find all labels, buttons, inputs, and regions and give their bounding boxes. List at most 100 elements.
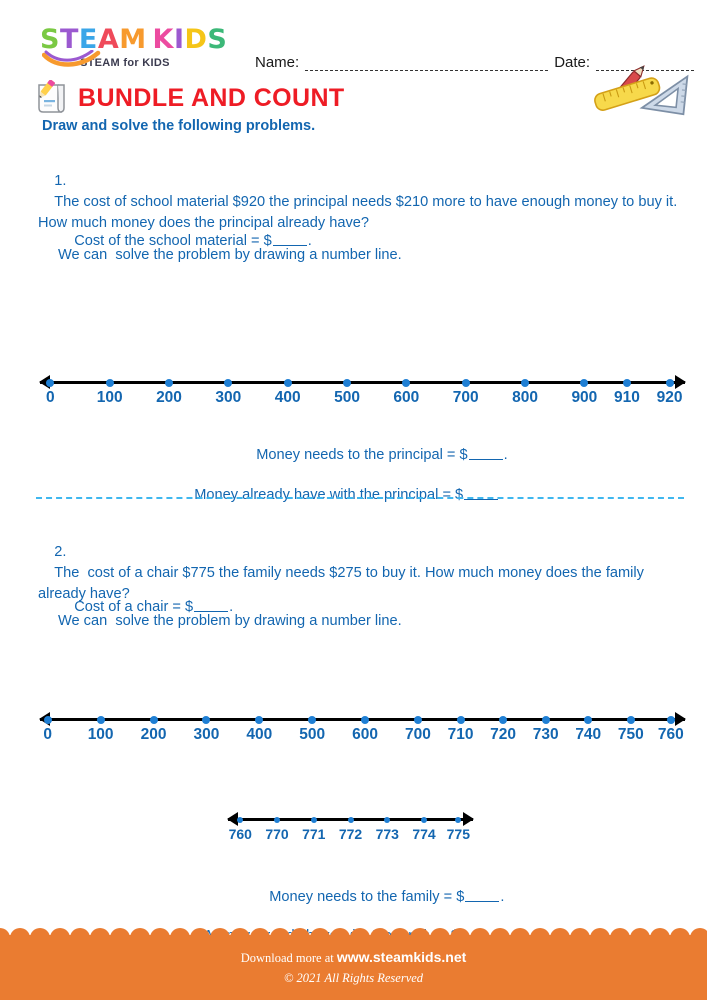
tick-mark <box>580 378 589 387</box>
tick-label: 0 <box>43 726 53 743</box>
tick-mark <box>43 715 52 724</box>
logo-wordmark: STEAM KIDS <box>40 26 240 53</box>
problem-1-answer-2-label: Money already have with the principal = … <box>194 487 464 504</box>
tick-mark <box>665 378 674 387</box>
tick-mark <box>384 816 391 823</box>
tick-mark <box>521 378 530 387</box>
problem-1-answer-1-period: . <box>503 447 508 464</box>
tick-label: 100 <box>96 389 123 406</box>
tick-label: 771 <box>302 826 326 842</box>
tick-mark <box>283 378 292 387</box>
tick-mark <box>347 816 354 823</box>
problem-2-method-line: We can solve the problem by drawing a nu… <box>58 613 402 629</box>
tick-label: 500 <box>334 389 360 406</box>
tick-label: 774 <box>412 826 436 842</box>
problem-1-answer-1-label: Money needs to the principal = $ <box>256 447 468 464</box>
tick-label: 400 <box>246 726 273 743</box>
tick-label: 700 <box>452 389 479 406</box>
tick-mark <box>541 715 550 724</box>
problem-divider <box>36 497 684 499</box>
tick-mark <box>584 715 593 724</box>
tick-mark <box>149 715 158 724</box>
problem-2-answer-1-blank[interactable] <box>465 890 500 903</box>
tick-mark <box>456 715 465 724</box>
tick-label: 300 <box>215 389 242 406</box>
tick-mark <box>224 378 233 387</box>
footer-site-link[interactable]: www.steamkids.net <box>337 949 466 965</box>
tick-mark <box>622 378 631 387</box>
worksheet-page: STEAM KIDS STEAM for KIDS Name: Date: BU… <box>0 0 707 1000</box>
tick-mark <box>308 715 317 724</box>
tick-mark <box>421 816 427 823</box>
steam-kids-logo: STEAM KIDS STEAM for KIDS <box>40 26 240 69</box>
tick-label: 600 <box>393 389 420 406</box>
tick-label: 710 <box>447 726 474 743</box>
logo-swoosh-icon <box>42 50 101 67</box>
tick-label: 775 <box>446 826 470 842</box>
logo-letter-1: T <box>59 24 79 55</box>
name-label: Name: <box>255 54 300 71</box>
logo-letter-4: M <box>119 24 147 55</box>
ruler-pencil-triangle-icon <box>594 65 689 116</box>
tick-label: 0 <box>46 389 55 406</box>
tick-mark <box>274 816 280 823</box>
logo-letter-8: D <box>184 24 208 55</box>
problem-1-number: 1. <box>54 173 67 190</box>
tick-label: 600 <box>352 726 379 743</box>
tick-mark <box>626 715 635 724</box>
footer-download-line: Download more at www.steamkids.net <box>0 949 707 966</box>
number-line-2: 0 100 200 300 400 500 600 700 710 720 730 740 750 760 <box>39 712 686 746</box>
pencil-paper-icon <box>38 80 65 113</box>
tick-label: 300 <box>193 726 220 743</box>
tick-mark <box>361 715 370 724</box>
footer-download-prefix: Download more at <box>240 951 337 965</box>
tick-label: 900 <box>571 389 598 406</box>
problem-1-answer-2-period: . <box>499 487 504 504</box>
logo-letter-6: K <box>152 24 174 55</box>
date-label: Date: <box>554 54 591 71</box>
name-input[interactable] <box>305 59 549 71</box>
tick-label: 720 <box>490 726 517 743</box>
logo-letter-2: E <box>78 24 98 55</box>
tick-mark <box>461 378 470 387</box>
tick-mark <box>96 715 105 724</box>
tick-mark <box>165 378 173 387</box>
page-subtitle: Draw and solve the following problems. <box>42 118 316 134</box>
tick-label: 730 <box>532 726 559 743</box>
logo-letter-7: I <box>173 24 185 55</box>
problem-1-answer-1-blank[interactable] <box>468 448 503 461</box>
footer-copyright: © 2021 All Rights Reserved <box>283 971 424 985</box>
tick-label: 773 <box>375 826 399 842</box>
tick-label: 800 <box>512 389 538 406</box>
problem-2-answer-1-period: . <box>500 889 505 906</box>
logo-letter-0: S <box>40 24 60 55</box>
tick-mark <box>46 378 55 387</box>
tick-label: 770 <box>265 826 289 842</box>
problem-1-answer-line-2: Money already have with the principal = … <box>178 464 678 527</box>
tick-mark <box>499 715 508 724</box>
logo-letter-3: A <box>97 24 120 55</box>
tick-mark <box>105 378 114 387</box>
tick-mark <box>202 715 211 724</box>
axis-arrow-right-icon <box>463 812 474 826</box>
problem-2-number: 2. <box>54 544 67 561</box>
axis-arrow-right-icon <box>675 712 686 726</box>
tick-label: 772 <box>338 826 363 842</box>
tick-label: 200 <box>140 726 167 743</box>
axis-arrow-right-icon <box>675 375 686 389</box>
tick-label: 740 <box>575 726 602 743</box>
tick-label: 920 <box>656 389 683 406</box>
tick-mark <box>310 816 317 823</box>
logo-tagline: STEAM for KIDS <box>80 57 170 69</box>
tick-mark <box>666 715 675 724</box>
tick-mark <box>255 715 264 724</box>
tick-label: 400 <box>274 389 301 406</box>
tick-mark <box>413 715 422 724</box>
tick-label: 910 <box>614 389 640 406</box>
tick-label: 700 <box>405 726 431 743</box>
problem-2-answer-1-label: Money needs to the family = $ <box>269 889 465 906</box>
page-title: BUNDLE AND COUNT <box>78 83 345 112</box>
number-line-3: 760 770 771 772 773 774 775 <box>227 812 474 846</box>
page-footer: Download more at www.steamkids.net © 202… <box>0 928 707 1000</box>
tick-label: 200 <box>156 389 182 406</box>
